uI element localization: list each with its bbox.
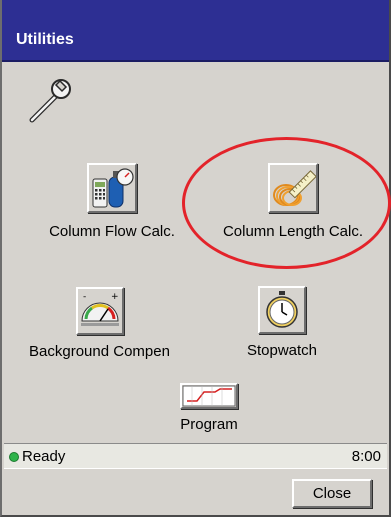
utilities-window: Utilities Column Flow Calc. Column Lengt… (0, 0, 391, 517)
stopwatch-icon (266, 291, 298, 328)
stopwatch-label: Stopwatch (246, 342, 318, 359)
status-indicator-icon (9, 452, 19, 462)
program-label: Program (180, 416, 238, 433)
gas-cylinder-calculator-icon (92, 168, 134, 208)
svg-text:+: + (111, 292, 119, 302)
svg-text:-: - (83, 292, 86, 302)
background-compen-label: Background Compen (29, 343, 170, 360)
column-flow-calc-tool[interactable]: Column Flow Calc. (32, 163, 192, 240)
highlight-ring (182, 137, 391, 269)
title-bar: Utilities (2, 0, 389, 62)
status-time: 8:00 (351, 448, 381, 465)
program-button[interactable] (180, 383, 238, 409)
wrench-icon (29, 79, 71, 123)
status-bar: Ready 8:00 (4, 443, 387, 469)
stopwatch-button[interactable] (258, 286, 306, 334)
status-text: Ready (22, 448, 66, 465)
program-graph-icon (182, 385, 236, 407)
close-button[interactable]: Close (292, 479, 372, 508)
background-compen-tool[interactable]: - + Background Compen (2, 287, 197, 360)
background-compen-button[interactable]: - + (75, 287, 124, 335)
window-title: Utilities (16, 31, 74, 48)
column-flow-calc-label: Column Flow Calc. (49, 223, 175, 240)
gauge-meter-icon: - + (80, 292, 119, 326)
column-flow-calc-button[interactable] (87, 163, 137, 213)
program-tool[interactable]: Program (164, 383, 254, 433)
stopwatch-tool[interactable]: Stopwatch (242, 286, 322, 359)
